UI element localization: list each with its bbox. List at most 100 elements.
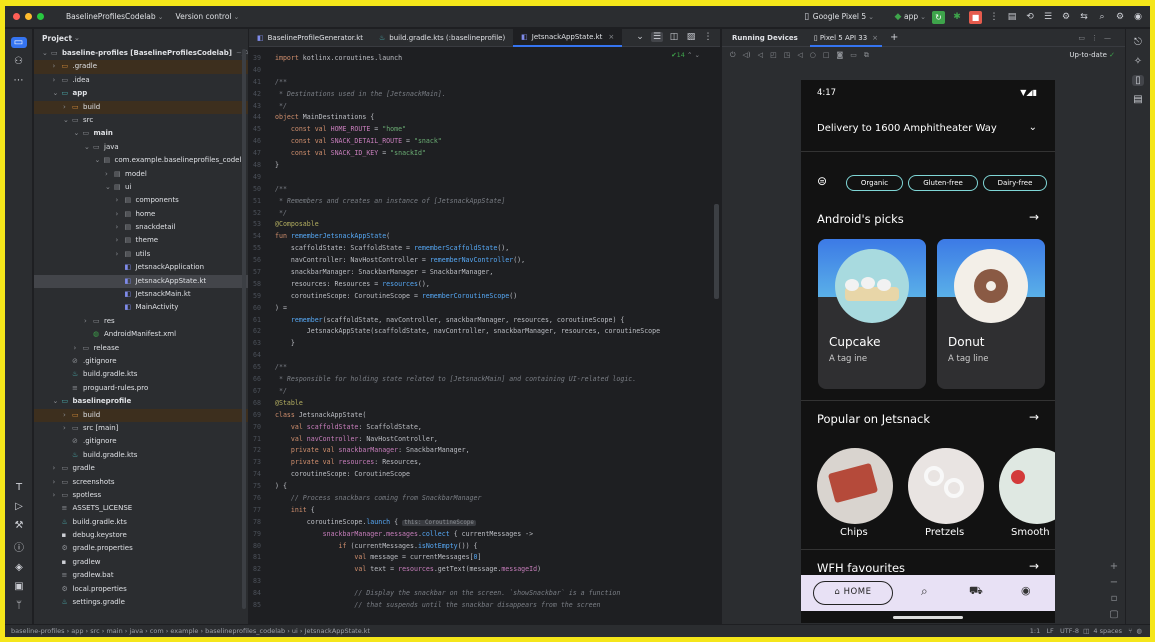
line-number[interactable]: 69 [249,410,275,422]
tree-item[interactable]: ⌄ ▭ app [34,87,248,100]
line-number[interactable]: 72 [249,445,275,457]
tree-item[interactable]: › ▤ components [34,194,248,207]
search-icon[interactable]: ⌕ [1096,12,1108,22]
line-number[interactable]: 55 [249,243,275,255]
chevron-right-icon[interactable]: › [63,101,72,114]
line-number[interactable]: 60 [249,303,275,315]
memory-icon[interactable]: ◍ [1136,627,1142,635]
line-number[interactable]: 50 [249,184,275,196]
line-number[interactable]: 67 [249,386,275,398]
chevron-right-icon[interactable]: › [53,74,62,87]
zoom-in-icon[interactable]: + [1110,561,1118,572]
more-icon[interactable]: ⋮ [988,12,1000,22]
line-number[interactable]: 54 [249,231,275,243]
line-number[interactable]: 85 [249,600,275,612]
run-config-selector[interactable]: ◆ app ⌄ [892,12,926,22]
more-tools-icon[interactable]: ⋯ [13,75,25,86]
tree-item[interactable]: ♨ build.gradle.kts [34,368,248,381]
line-number[interactable]: 43 [249,101,275,113]
tree-item[interactable]: › ▭ .gradle [34,60,248,74]
chevron-right-icon[interactable]: › [116,221,125,234]
line-number[interactable]: 59 [249,291,275,303]
chevron-right-icon[interactable]: › [53,489,62,502]
line-number[interactable]: 48 [249,160,275,172]
problems-icon[interactable]: ⓘ [13,539,25,554]
line-number[interactable]: 49 [249,172,275,184]
minimize-window-button[interactable] [25,13,32,20]
notifications-icon[interactable]: ⎋ [1132,37,1144,48]
tree-item[interactable]: › ▤ theme [34,234,248,247]
tree-item[interactable]: ◧ JetsnackAppState.kt [34,274,248,289]
breadcrumb-item[interactable]: JetsnackAppState.kt [305,627,371,635]
smoothie-image[interactable] [999,448,1055,524]
tree-item[interactable]: ⊘ .gitignore [34,355,248,368]
line-number[interactable]: 75 [249,481,275,493]
home-icon[interactable]: ○ [810,51,816,59]
line-number[interactable]: 70 [249,422,275,434]
tree-item[interactable]: › ▭ screenshots [34,476,248,489]
line-number[interactable]: 51 [249,196,275,208]
project-panel-header[interactable]: Project ⌄ [34,29,248,47]
tree-item[interactable]: › ▤ utils [34,248,248,261]
tab-build-gradle[interactable]: ♨ build.gradle.kts (:baselineprofile) [371,29,513,47]
chevron-right-icon[interactable]: › [53,60,62,73]
chevron-down-icon[interactable]: ⌄ [53,87,62,100]
tree-item[interactable]: ⌄ ▤ ui [34,181,248,194]
device-screen[interactable]: 4:17 ▼◢▮ Delivery to 1600 Amphitheater W… [801,80,1055,623]
tree-item[interactable]: ◧ MainActivity [34,301,248,314]
tree-item[interactable]: › ▭ .idea [34,74,248,87]
line-number[interactable]: 82 [249,564,275,576]
line-number[interactable]: 62 [249,326,275,338]
volume-up-icon[interactable]: ◁) [743,51,751,59]
volume-down-icon[interactable]: ◁ [758,51,763,59]
tree-item[interactable]: ▪ debug.keystore [34,529,248,542]
project-tool-icon[interactable]: ▭ [10,37,27,48]
editor-scrollbar[interactable] [714,204,719,299]
line-number[interactable]: 77 [249,505,275,517]
line-number[interactable]: 56 [249,255,275,267]
zoom-controls[interactable]: + − ▫ ▢ [1107,559,1121,623]
commit-tool-icon[interactable]: ⚇ [13,56,25,67]
tree-item[interactable]: ⊘ .gitignore [34,435,248,448]
tree-item[interactable]: ⚙ local.properties [34,583,248,596]
rotate-left-icon[interactable]: ◰ [770,51,777,59]
nav-home-button[interactable]: ⌂ HOME [813,581,893,605]
project-switcher[interactable]: BaselineProfilesCodelab ⌄ [66,12,164,21]
tree-item[interactable]: ⌄ ▭ main [34,127,248,140]
line-number[interactable]: 57 [249,267,275,279]
line-number[interactable]: 66 [249,374,275,386]
chip-dairy-free[interactable]: Dairy-free [983,175,1047,191]
chevron-right-icon[interactable]: › [53,462,62,475]
tree-item[interactable]: › ▤ snackdetail [34,221,248,234]
snack-card-donut[interactable]: Donut A tag line [937,239,1045,389]
snack-card-cupcake[interactable]: Cupcake A tag ine [818,239,926,389]
rotate-right-icon[interactable]: ◳ [784,51,791,59]
file-encoding[interactable]: UTF-8 [1060,627,1079,635]
tree-item[interactable]: ≡ proguard-rules.pro [34,382,248,395]
chevron-right-icon[interactable]: › [116,208,125,221]
split-view-icon[interactable]: ◫ [668,32,680,42]
tree-item[interactable]: ≡ ASSETS_LICENSE [34,502,248,515]
line-number[interactable]: 71 [249,434,275,446]
tree-item[interactable]: ◍ AndroidManifest.xml [34,328,248,341]
power-icon[interactable]: ⏻ [730,51,736,60]
line-number[interactable]: 79 [249,529,275,541]
stop-button[interactable]: ■ [969,10,982,24]
overview-icon[interactable]: □ [823,51,830,59]
indent-setting[interactable]: 4 spaces [1093,627,1122,635]
tree-item[interactable]: › ▤ home [34,208,248,221]
zoom-fit-icon[interactable]: ▢ [1109,609,1118,620]
line-number[interactable]: 78 [249,517,275,529]
tree-item[interactable]: ⌄ ▤ com.example.baselineprofiles_codel [34,154,248,167]
line-number[interactable]: 61 [249,315,275,327]
run-tool-icon[interactable]: ▷ [13,501,25,512]
line-number[interactable]: 40 [249,65,275,77]
vcs-menu[interactable]: Version control ⌄ [176,12,240,21]
close-window-button[interactable] [13,13,20,20]
sdk-manager-icon[interactable]: ☰ [1042,12,1054,22]
profile-icon[interactable]: ◉ [1021,584,1031,597]
chevron-down-icon[interactable]: ⌄ [53,395,62,408]
tab-jetsnack-app-state[interactable]: ◧ JetsnackAppState.kt × [513,28,623,47]
git-icon[interactable]: ᛘ [13,600,25,611]
tree-item[interactable]: › ▭ src [main] [34,422,248,435]
